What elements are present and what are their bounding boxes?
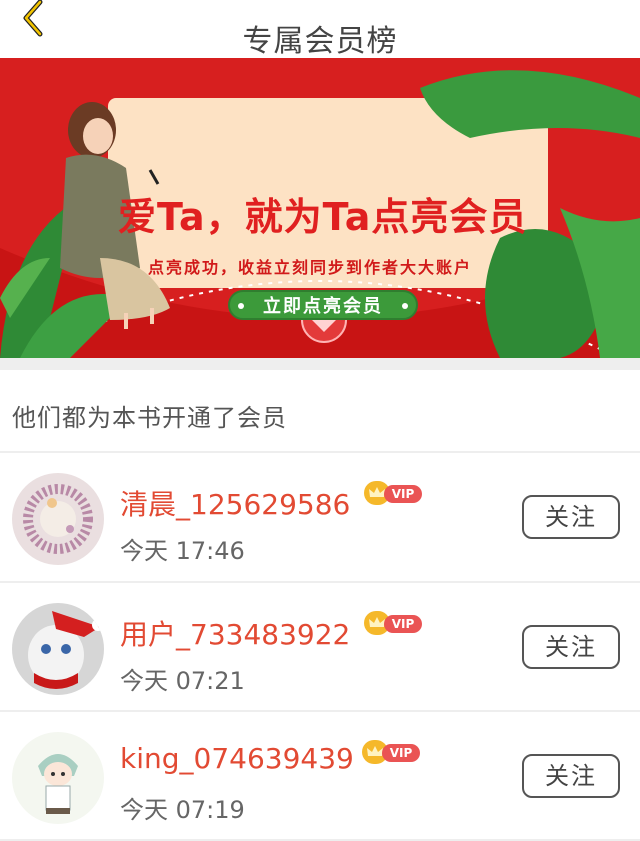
divider	[0, 358, 640, 370]
vip-badge: VIP	[364, 611, 424, 635]
member-row[interactable]: 清晨_125629586 VIP 今天 17:46 关注	[0, 453, 640, 581]
member-time: 今天 07:21	[120, 667, 245, 695]
follow-button[interactable]: 关注	[522, 625, 620, 669]
promo-banner[interactable]: 爱Ta，就为Ta点亮会员 点亮成功，收益立刻同步到作者大大账户 立即点亮会员	[0, 58, 640, 358]
vip-label: VIP	[382, 744, 420, 762]
member-time: 今天 07:19	[120, 796, 245, 824]
activate-membership-button[interactable]: 立即点亮会员	[228, 290, 418, 320]
section-title: 他们都为本书开通了会员	[12, 404, 287, 432]
member-name[interactable]: 清晨_125629586	[120, 483, 350, 523]
follow-button[interactable]: 关注	[522, 495, 620, 539]
member-name[interactable]: 用户_733483922	[120, 613, 350, 653]
vip-label: VIP	[384, 615, 422, 633]
avatar[interactable]	[12, 603, 104, 695]
member-name[interactable]: king_074639439	[120, 742, 354, 775]
banner-subtitle: 点亮成功，收益立刻同步到作者大大账户	[148, 258, 473, 277]
nav-bar: 专属会员榜	[0, 0, 640, 59]
avatar[interactable]	[12, 473, 104, 565]
member-time: 今天 17:46	[120, 537, 245, 565]
vip-badge: VIP	[364, 481, 424, 505]
avatar[interactable]	[12, 732, 104, 824]
vip-label: VIP	[384, 485, 422, 503]
vip-badge: VIP	[362, 740, 422, 764]
page-title: 专属会员榜	[242, 24, 398, 59]
member-row[interactable]: 用户_733483922 VIP 今天 07:21 关注	[0, 583, 640, 711]
banner-headline: 爱Ta，就为Ta点亮会员	[118, 195, 528, 239]
member-row[interactable]: king_074639439 VIP 今天 07:19 关注	[0, 712, 640, 840]
follow-button[interactable]: 关注	[522, 754, 620, 798]
